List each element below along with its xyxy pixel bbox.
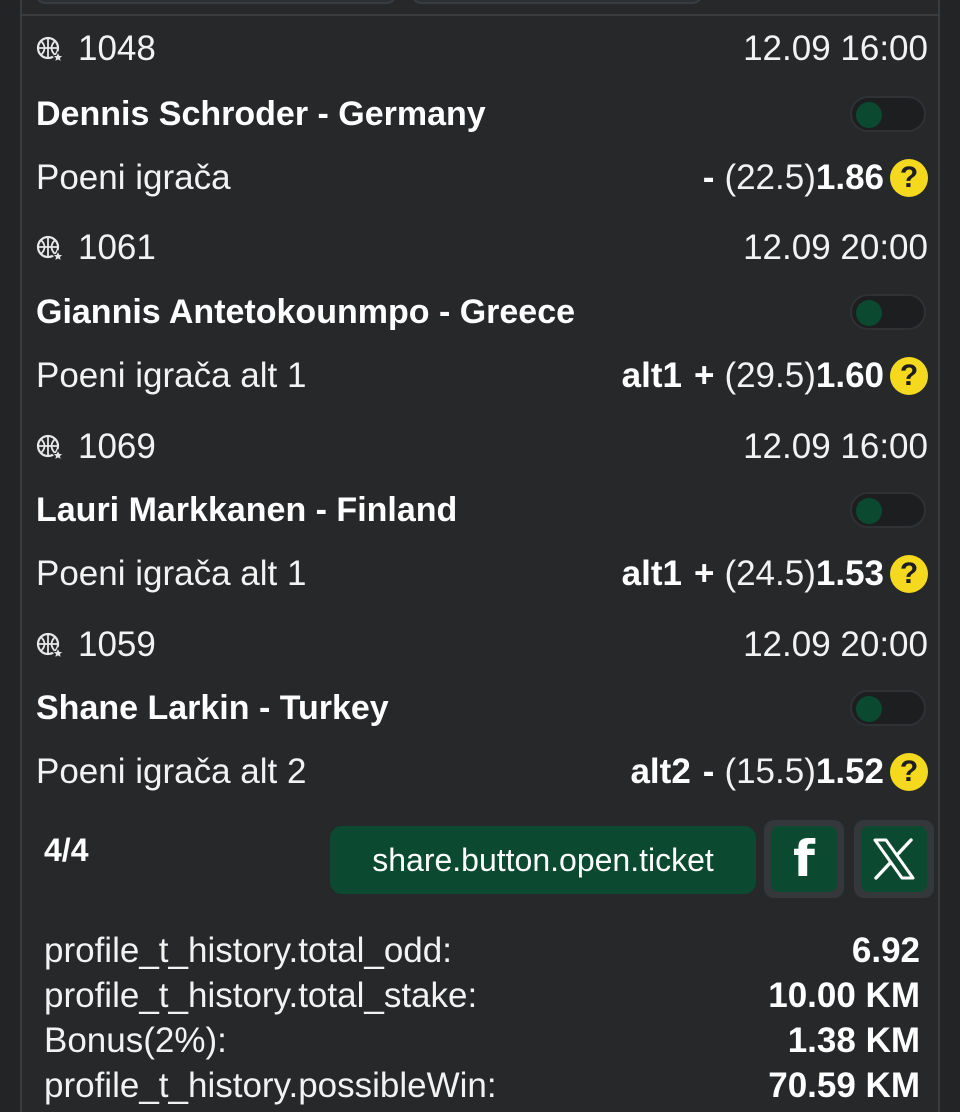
question-icon[interactable]: ? — [890, 159, 928, 197]
event-id-group: 1061 — [36, 228, 156, 268]
summary-row-total-stake: profile_t_history.total_stake: 10.00 KM — [44, 973, 920, 1018]
pick-sign: - — [702, 752, 715, 791]
question-icon[interactable]: ? — [890, 357, 928, 395]
pick-sign: + — [693, 356, 715, 395]
pick-odd: 1.60 — [815, 356, 884, 395]
ticket-summary: profile_t_history.total_odd: 6.92 profil… — [44, 928, 920, 1108]
pick-alt: alt2 — [630, 752, 691, 791]
question-icon[interactable]: ? — [890, 555, 928, 593]
x-button-inner — [861, 826, 927, 892]
pick-detail: alt2 - (15.5) 1.52 ? — [630, 752, 928, 792]
ticket-count: 4/4 — [44, 832, 89, 868]
pick-alt: alt1 — [621, 356, 682, 395]
pick-odd: 1.52 — [815, 752, 884, 791]
summary-label: Bonus(2%): — [44, 1021, 227, 1060]
event-datetime: 12.09 20:00 — [743, 228, 928, 267]
pick-detail: alt1 + (29.5) 1.60 ? — [622, 356, 928, 396]
facebook-share-button[interactable]: f — [764, 820, 844, 898]
market-row: Poeni igrača - (22.5) 1.86 ? — [36, 152, 928, 204]
market-name: Poeni igrača — [36, 158, 231, 197]
pick-sign: - — [702, 158, 715, 197]
event-meta-row: 1061 12.09 20:00 — [36, 223, 928, 273]
toggle-knob — [856, 300, 882, 326]
summary-row-possible-win: profile_t_history.possibleWin: 70.59 KM — [44, 1063, 920, 1108]
top-tabs — [34, 0, 914, 4]
basketball-star-icon — [36, 235, 64, 262]
market-row: Poeni igrača alt 1 alt1 + (24.5) 1.53 ? — [36, 548, 928, 600]
market-name: Poeni igrača alt 1 — [36, 356, 307, 395]
event-meta-row: 1048 12.09 16:00 — [36, 24, 928, 74]
summary-value: 6.92 — [851, 931, 920, 970]
pick-line: (15.5) — [724, 752, 816, 791]
pick-line: (22.5) — [724, 158, 816, 197]
basketball-star-icon — [36, 434, 64, 461]
player-name: Shane Larkin - Turkey — [36, 688, 389, 727]
x-share-button[interactable] — [854, 820, 934, 898]
market-name: Poeni igrača alt 1 — [36, 554, 307, 593]
question-icon[interactable]: ? — [890, 753, 928, 791]
facebook-button-inner: f — [771, 826, 837, 892]
toggle-knob — [856, 498, 882, 524]
top-tab-left[interactable] — [34, 0, 398, 4]
pick-detail: alt1 + (24.5) 1.53 ? — [622, 554, 928, 594]
summary-value: 10.00 KM — [768, 976, 920, 1015]
pick-toggle[interactable] — [850, 492, 926, 528]
summary-label: profile_t_history.total_odd: — [44, 931, 452, 970]
pick-toggle[interactable] — [850, 294, 926, 330]
event-id: 1061 — [78, 228, 156, 267]
pick-toggle[interactable] — [850, 690, 926, 726]
event-id: 1069 — [78, 427, 156, 466]
market-row: Poeni igrača alt 2 alt2 - (15.5) 1.52 ? — [36, 746, 928, 798]
summary-value: 70.59 KM — [768, 1066, 920, 1105]
pick-line: (29.5) — [724, 356, 816, 395]
x-logo-icon — [873, 838, 915, 880]
event-id: 1048 — [78, 29, 156, 68]
summary-row-bonus: Bonus(2%): 1.38 KM — [44, 1018, 920, 1063]
player-name: Lauri Markkanen - Finland — [36, 490, 458, 529]
player-row: Shane Larkin - Turkey — [36, 682, 928, 734]
pick-line: (24.5) — [724, 554, 816, 593]
market-name: Poeni igrača alt 2 — [36, 752, 307, 791]
event-id: 1059 — [78, 625, 156, 664]
basketball-star-icon — [36, 36, 64, 63]
player-name: Giannis Antetokounmpo - Greece — [36, 292, 576, 331]
divider — [22, 14, 938, 16]
event-meta-row: 1059 12.09 20:00 — [36, 620, 928, 670]
event-id-group: 1059 — [36, 625, 156, 665]
pick-odd: 1.86 — [815, 158, 884, 197]
facebook-icon: f — [793, 830, 815, 888]
player-name: Dennis Schroder - Germany — [36, 94, 486, 133]
summary-label: profile_t_history.possibleWin: — [44, 1066, 497, 1105]
event-meta-row: 1069 12.09 16:00 — [36, 422, 928, 472]
ticket-panel: 1048 12.09 16:00 Dennis Schroder - Germa… — [20, 0, 940, 1112]
pick-alt: alt1 — [621, 554, 682, 593]
pick-detail: - (22.5) 1.86 ? — [691, 158, 928, 198]
player-row: Lauri Markkanen - Finland — [36, 484, 928, 536]
pick-odd: 1.53 — [815, 554, 884, 593]
market-row: Poeni igrača alt 1 alt1 + (29.5) 1.60 ? — [36, 350, 928, 402]
toggle-knob — [856, 696, 882, 722]
event-id-group: 1048 — [36, 29, 156, 69]
toggle-knob — [856, 102, 882, 128]
event-datetime: 12.09 16:00 — [743, 427, 928, 466]
open-ticket-button[interactable]: share.button.open.ticket — [330, 826, 756, 894]
player-row: Dennis Schroder - Germany — [36, 88, 928, 140]
event-id-group: 1069 — [36, 427, 156, 467]
summary-label: profile_t_history.total_stake: — [44, 976, 478, 1015]
top-tab-right[interactable] — [410, 0, 704, 4]
basketball-star-icon — [36, 632, 64, 659]
event-datetime: 12.09 20:00 — [743, 625, 928, 664]
summary-value: 1.38 KM — [787, 1021, 920, 1060]
event-datetime: 12.09 16:00 — [743, 29, 928, 68]
player-row: Giannis Antetokounmpo - Greece — [36, 286, 928, 338]
summary-row-total-odd: profile_t_history.total_odd: 6.92 — [44, 928, 920, 973]
pick-sign: + — [693, 554, 715, 593]
pick-toggle[interactable] — [850, 96, 926, 132]
